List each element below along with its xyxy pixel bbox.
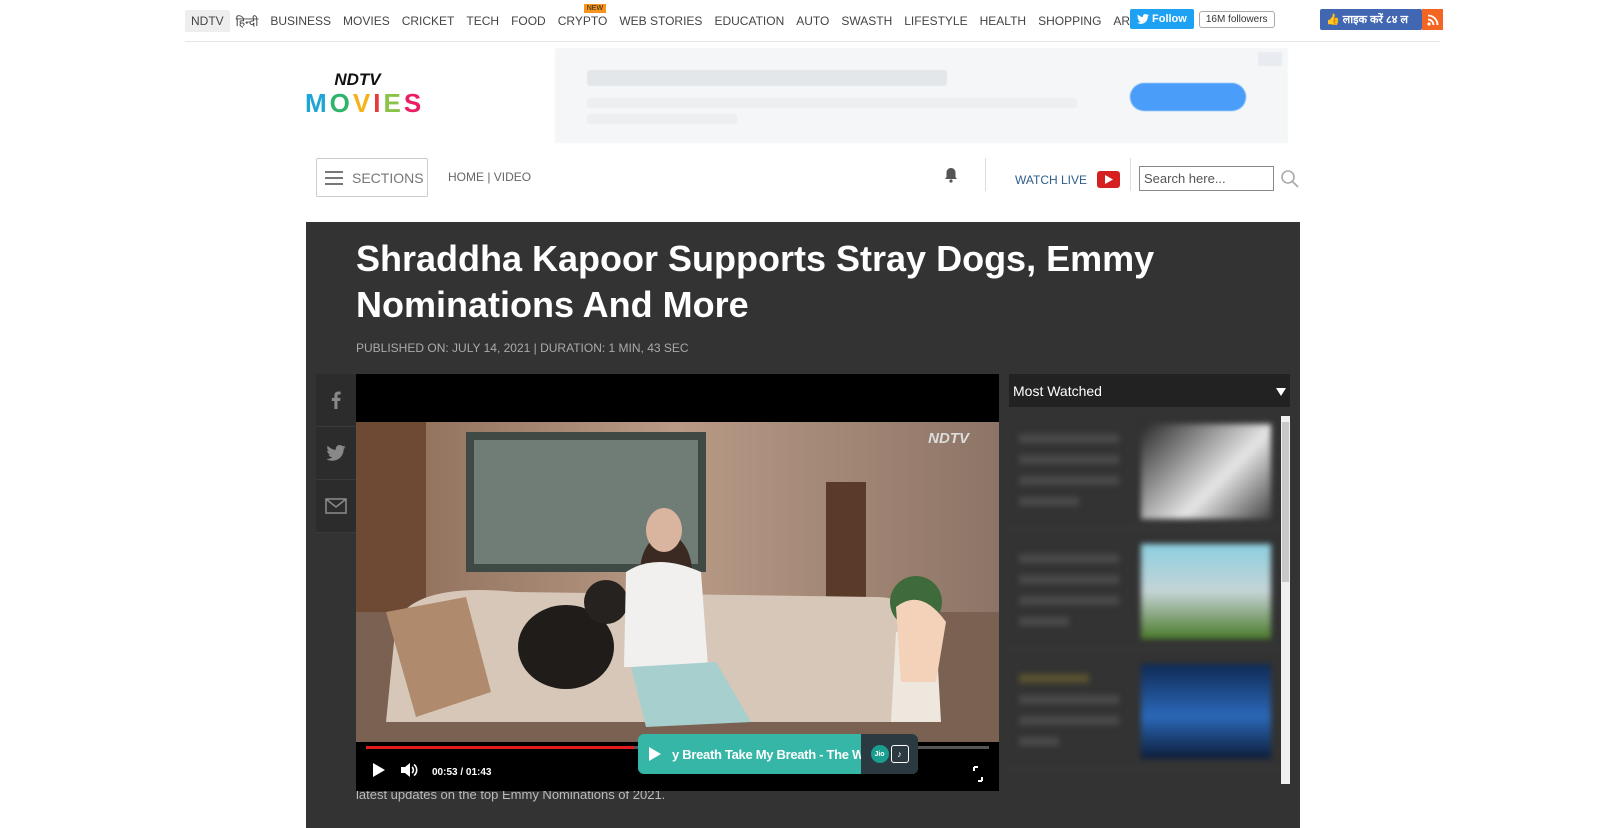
- email-share-icon[interactable]: [316, 480, 356, 533]
- facebook-like-button[interactable]: 👍 लाइक करें ८४ ल: [1320, 9, 1422, 30]
- toolbar-separator: [1130, 158, 1131, 191]
- ad-close-icon[interactable]: [1258, 52, 1282, 66]
- list-item[interactable]: [1009, 534, 1281, 649]
- nav-web-stories[interactable]: WEB STORIES: [613, 14, 708, 28]
- sections-label: SECTIONS: [352, 169, 424, 186]
- volume-icon[interactable]: [400, 762, 418, 783]
- advertisement-banner[interactable]: [555, 48, 1288, 143]
- nav-ndtv[interactable]: NDTV: [185, 10, 230, 32]
- nav-business[interactable]: BUSINESS: [264, 14, 337, 28]
- breadcrumb[interactable]: HOME | VIDEO: [448, 170, 531, 184]
- nav-cricket[interactable]: CRICKET: [396, 14, 461, 28]
- most-watched-dropdown[interactable]: Most Watched: [1009, 374, 1290, 407]
- watch-live-label: WATCH LIVE: [1015, 172, 1088, 187]
- nav-health[interactable]: HEALTH: [974, 14, 1032, 28]
- share-bar: [316, 374, 356, 533]
- toast-play-icon[interactable]: [638, 746, 672, 762]
- caret-down-icon: [1276, 383, 1286, 399]
- rss-icon[interactable]: [1422, 9, 1443, 30]
- logo-ndtv-text: NDTV: [334, 70, 381, 89]
- sections-menu-button[interactable]: SECTIONS: [316, 158, 428, 197]
- jiosaavn-logo: Jio ♪: [861, 734, 918, 774]
- logo-movies-text: MOVIES: [305, 88, 440, 119]
- twitter-follow: Follow 16M followers: [1130, 9, 1275, 29]
- fullscreen-icon[interactable]: [973, 766, 983, 787]
- logo-letter: V: [352, 88, 374, 118]
- video-watermark: NDTV: [928, 430, 969, 447]
- youtube-play-icon: [1097, 171, 1121, 188]
- nav-lifestyle[interactable]: LIFESTYLE: [898, 14, 973, 28]
- thumbs-up-icon: 👍: [1326, 14, 1340, 26]
- top-nav-links: NDTV हिन्दी BUSINESS MOVIES CRICKET TECH FOOD C…: [185, 4, 1143, 32]
- video-time: 00:53 / 01:43: [432, 767, 492, 778]
- facebook-like-label: लाइक करें ८४ ल: [1342, 14, 1408, 26]
- new-badge: NEW: [583, 4, 607, 13]
- nav-swasth[interactable]: SWASTH: [835, 14, 898, 28]
- search-icon[interactable]: [1280, 169, 1300, 194]
- facebook-like: 👍 लाइक करें ८४ ल: [1320, 9, 1443, 30]
- play-icon[interactable]: [372, 762, 386, 783]
- ad-cta-button[interactable]: [1130, 83, 1246, 111]
- jio-icon: Jio: [870, 745, 889, 763]
- nav-tech[interactable]: TECH: [460, 14, 505, 28]
- watch-live-link[interactable]: WATCH LIVE: [1015, 171, 1121, 188]
- list-item[interactable]: [1009, 654, 1281, 769]
- nav-food[interactable]: FOOD: [505, 14, 552, 28]
- search-input[interactable]: [1139, 166, 1274, 191]
- nav-movies[interactable]: MOVIES: [337, 14, 396, 28]
- music-promo-toast[interactable]: y Breath Take My Breath - The W Jio ♪: [638, 734, 918, 774]
- list-item[interactable]: [1009, 414, 1281, 529]
- twitter-followers-count: 16M followers: [1198, 10, 1275, 28]
- logo-letter: O: [329, 88, 353, 118]
- video-frame[interactable]: NDTV: [356, 422, 999, 742]
- nav-crypto[interactable]: CRYPTO NEW: [552, 4, 614, 28]
- most-watched-scrollbar[interactable]: [1281, 416, 1290, 784]
- logo-letter: S: [403, 88, 425, 118]
- twitter-follow-label: Follow: [1152, 13, 1187, 25]
- ndtv-movies-logo[interactable]: NDTV MOVIES: [305, 70, 440, 125]
- video-player[interactable]: NDTV 00:53 / 01:43 y Breath Take My Brea…: [356, 374, 999, 791]
- logo-letter: I: [373, 88, 384, 118]
- header-divider: [185, 41, 1440, 42]
- nav-shopping[interactable]: SHOPPING: [1032, 14, 1107, 28]
- twitter-share-icon[interactable]: [316, 427, 356, 480]
- page-title: Shraddha Kapoor Supports Stray Dogs, Emm…: [356, 238, 1155, 325]
- logo-letter: E: [383, 88, 404, 118]
- nav-education[interactable]: EDUCATION: [708, 14, 790, 28]
- top-nav: NDTV हिन्दी BUSINESS MOVIES CRICKET TECH FOOD C…: [185, 4, 1443, 36]
- toast-track-title: y Breath Take My Breath - The W: [672, 746, 865, 762]
- nav-auto[interactable]: AUTO: [790, 14, 835, 28]
- publish-meta: PUBLISHED ON: JULY 14, 2021 | DURATION: …: [356, 341, 689, 355]
- logo-letter: M: [305, 88, 330, 118]
- most-watched-panel: Most Watched: [1009, 374, 1290, 784]
- saavn-icon: ♪: [890, 745, 909, 763]
- facebook-share-icon[interactable]: [316, 374, 356, 427]
- most-watched-list[interactable]: [1009, 414, 1281, 784]
- nav-hindi[interactable]: हिन्दी: [230, 13, 265, 30]
- video-article-panel: Shraddha Kapoor Supports Stray Dogs, Emm…: [306, 222, 1300, 828]
- hamburger-icon: [325, 170, 343, 185]
- twitter-icon: [1137, 14, 1149, 24]
- twitter-follow-button[interactable]: Follow: [1130, 9, 1194, 29]
- most-watched-label: Most Watched: [1013, 382, 1102, 399]
- toolbar-separator: [985, 158, 986, 191]
- bell-icon[interactable]: [944, 167, 958, 188]
